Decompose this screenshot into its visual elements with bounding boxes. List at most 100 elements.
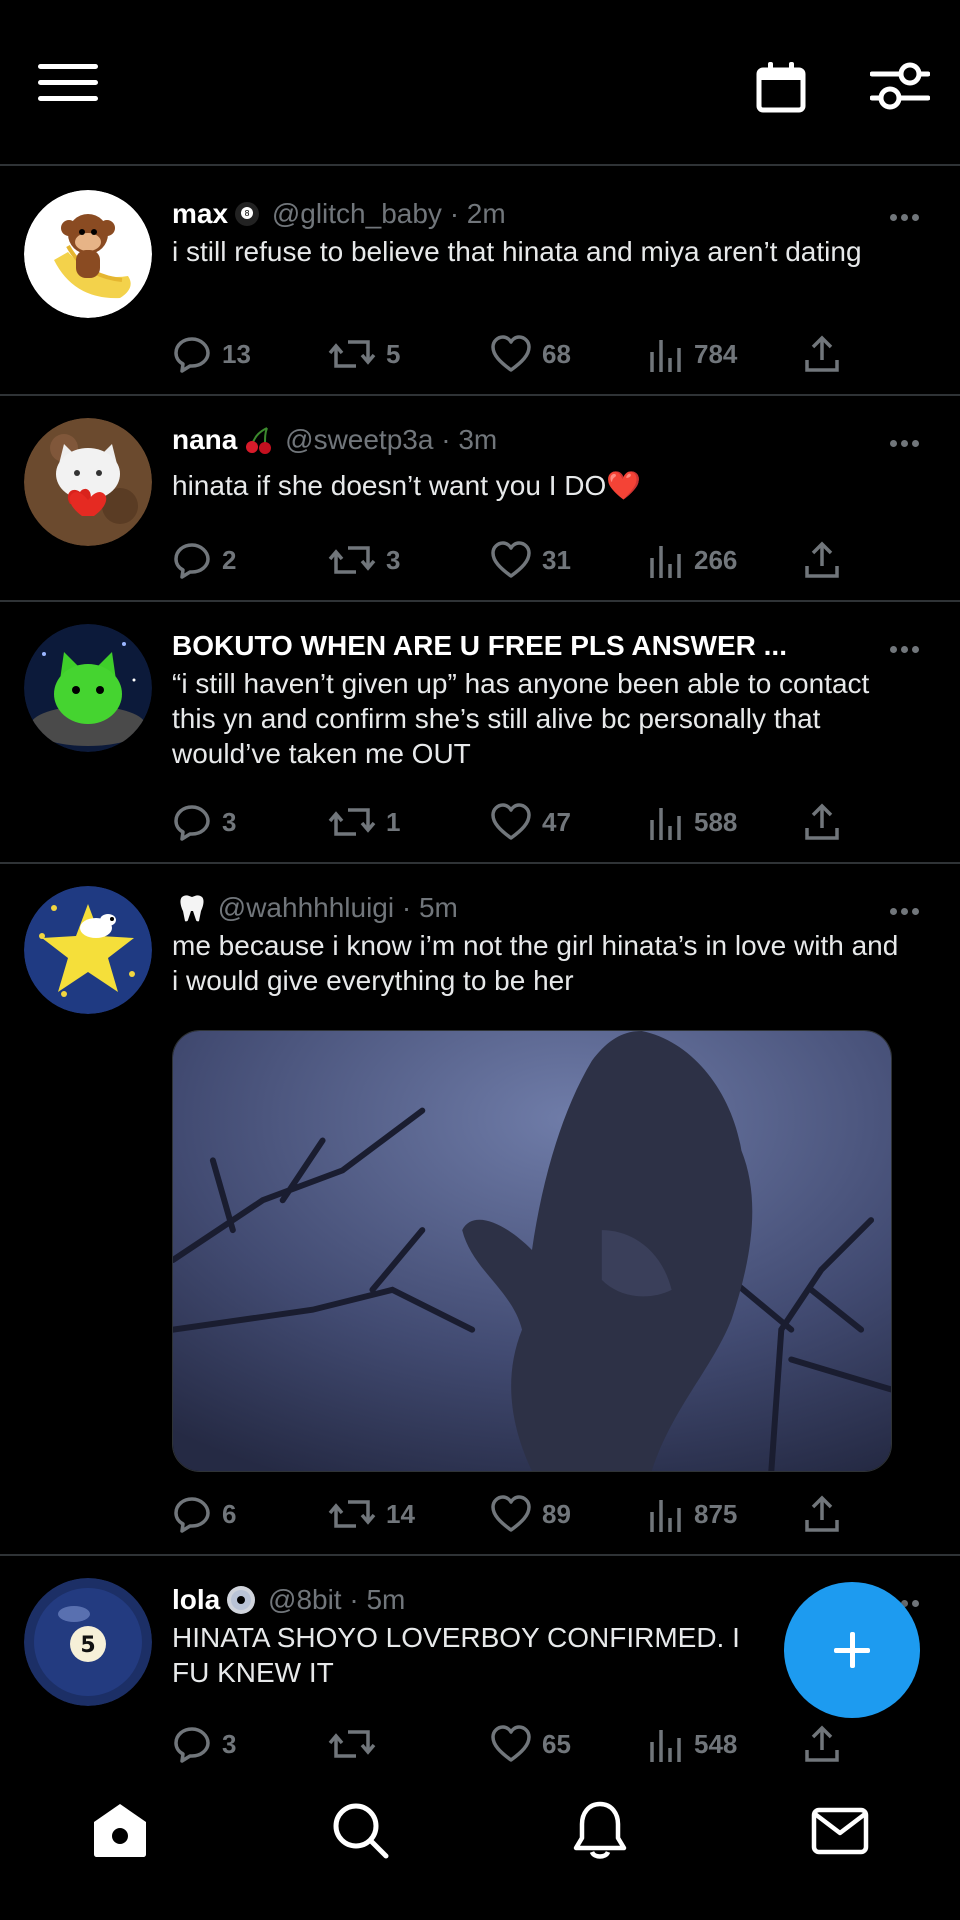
heart-icon [491, 335, 531, 372]
reply-button[interactable]: 13 [172, 332, 251, 376]
like-count: 68 [542, 338, 571, 369]
display-name[interactable]: lola [172, 1584, 220, 1615]
reply-count: 3 [222, 1728, 237, 1759]
reply-count: 6 [222, 1498, 237, 1529]
like-button[interactable]: 65 [490, 1722, 571, 1766]
more-options-icon[interactable] [890, 640, 924, 653]
reply-button[interactable]: 2 [172, 538, 236, 582]
views-button[interactable]: 784 [648, 332, 737, 376]
retweet-button[interactable]: 14 [328, 1492, 415, 1536]
reply-icon [174, 1497, 210, 1533]
filter-sliders-icon[interactable] [870, 60, 930, 114]
tweet-header: @wahhhhluigi · 5m [172, 888, 870, 928]
user-handle[interactable]: @glitch_baby [272, 198, 442, 229]
8-ball-icon: 8 [235, 201, 260, 226]
views-button[interactable]: 588 [648, 800, 737, 844]
share-button[interactable] [804, 1492, 850, 1536]
views-icon [650, 340, 681, 372]
bell-icon[interactable] [568, 1798, 632, 1862]
reply-button[interactable]: 6 [172, 1492, 236, 1536]
reply-icon [174, 1727, 210, 1763]
display-name[interactable]: BOKUTO WHEN ARE U FREE PLS ANSWER ... [172, 630, 787, 661]
tweet-text: HINATA SHOYO LOVERBOY CONFIRMED. I FU KN… [172, 1622, 740, 1688]
tweet-actions: 2 3 31 266 [172, 538, 862, 582]
like-count: 89 [542, 1498, 571, 1529]
reply-button[interactable]: 3 [172, 800, 236, 844]
share-button[interactable] [804, 1722, 850, 1766]
views-icon [650, 1500, 681, 1532]
monkey-banana-avatar[interactable] [24, 190, 152, 318]
tweet-text: hinata if she doesn’t want you I DO❤️ [172, 470, 642, 501]
like-button[interactable]: 89 [490, 1492, 571, 1536]
retweet-button[interactable]: 3 [328, 538, 400, 582]
retweet-button[interactable] [328, 1722, 386, 1766]
like-count: 47 [542, 806, 571, 837]
view-count: 588 [694, 806, 738, 837]
gorilla-in-dark-forest-image[interactable] [172, 1030, 892, 1472]
share-button[interactable] [804, 800, 850, 844]
reply-count: 3 [222, 806, 237, 837]
reply-icon [174, 543, 210, 579]
views-icon [650, 1730, 681, 1762]
user-handle[interactable]: @8bit [268, 1584, 342, 1615]
display-name[interactable]: nana [172, 424, 237, 455]
retweet-icon [328, 546, 376, 574]
retweet-icon [328, 808, 376, 836]
svg-text:5: 5 [80, 1633, 95, 1658]
tweet-text: me because i know i’m not the girl hinat… [172, 930, 899, 996]
views-button[interactable]: 266 [648, 538, 737, 582]
share-icon [805, 803, 839, 840]
search-icon[interactable] [328, 1798, 392, 1862]
hamburger-menu-icon[interactable] [38, 64, 98, 108]
heart-icon [491, 541, 531, 578]
tweet-actions: 3 1 47 588 [172, 800, 862, 844]
share-button[interactable] [804, 538, 850, 582]
more-options-icon[interactable] [890, 208, 924, 221]
view-count: 548 [694, 1728, 738, 1759]
cd-icon [227, 1585, 256, 1614]
tweet[interactable]: nana @sweetp3a · 3m hinata if she doesn’… [0, 398, 960, 602]
retweet-count: 14 [386, 1498, 415, 1529]
retweet-icon [328, 340, 376, 368]
like-button[interactable]: 47 [490, 800, 571, 844]
views-icon [650, 808, 681, 840]
share-icon [805, 335, 839, 372]
reply-count: 2 [222, 544, 237, 575]
timestamp: · 5m [401, 892, 458, 923]
like-count: 65 [542, 1728, 571, 1759]
share-icon [805, 1725, 839, 1762]
like-button[interactable]: 31 [490, 538, 571, 582]
user-handle[interactable]: @wahhhhluigi [218, 892, 394, 923]
home-icon[interactable] [88, 1798, 152, 1862]
calendar-icon[interactable] [756, 60, 806, 114]
compose-button[interactable] [784, 1582, 920, 1718]
retweet-button[interactable]: 5 [328, 332, 400, 376]
pool-ball-5-avatar[interactable]: 5 [24, 1578, 152, 1706]
cat-heart-avatar[interactable] [24, 418, 152, 546]
views-button[interactable]: 875 [648, 1492, 737, 1536]
tweet[interactable]: BOKUTO WHEN ARE U FREE PLS ANSWER ... “i… [0, 604, 960, 864]
mail-icon[interactable] [808, 1798, 872, 1862]
share-button[interactable] [804, 332, 850, 376]
display-name[interactable]: max [172, 198, 228, 229]
heart-icon [491, 803, 531, 840]
view-count: 875 [694, 1498, 738, 1529]
bottom-nav [0, 1776, 960, 1920]
retweet-count: 3 [386, 544, 401, 575]
tweet[interactable]: @wahhhhluigi · 5m me because i know i’m … [0, 866, 960, 1556]
heart-icon [491, 1725, 531, 1762]
like-button[interactable]: 68 [490, 332, 571, 376]
reply-button[interactable]: 3 [172, 1722, 236, 1766]
user-handle[interactable]: @sweetp3a [285, 424, 433, 455]
views-button[interactable]: 548 [648, 1722, 737, 1766]
tweet-header: BOKUTO WHEN ARE U FREE PLS ANSWER ... [172, 626, 870, 666]
more-options-icon[interactable] [890, 434, 924, 447]
tweet-actions: 6 14 89 875 [172, 1492, 862, 1536]
tweet-header: max 8 @glitch_baby · 2m [172, 194, 870, 234]
retweet-count: 1 [386, 806, 401, 837]
green-cat-avatar[interactable] [24, 624, 152, 752]
tweet[interactable]: max 8 @glitch_baby · 2m i still refuse to… [0, 168, 960, 396]
more-options-icon[interactable] [890, 902, 924, 915]
star-snoopy-avatar[interactable] [24, 886, 152, 1014]
retweet-button[interactable]: 1 [328, 800, 400, 844]
